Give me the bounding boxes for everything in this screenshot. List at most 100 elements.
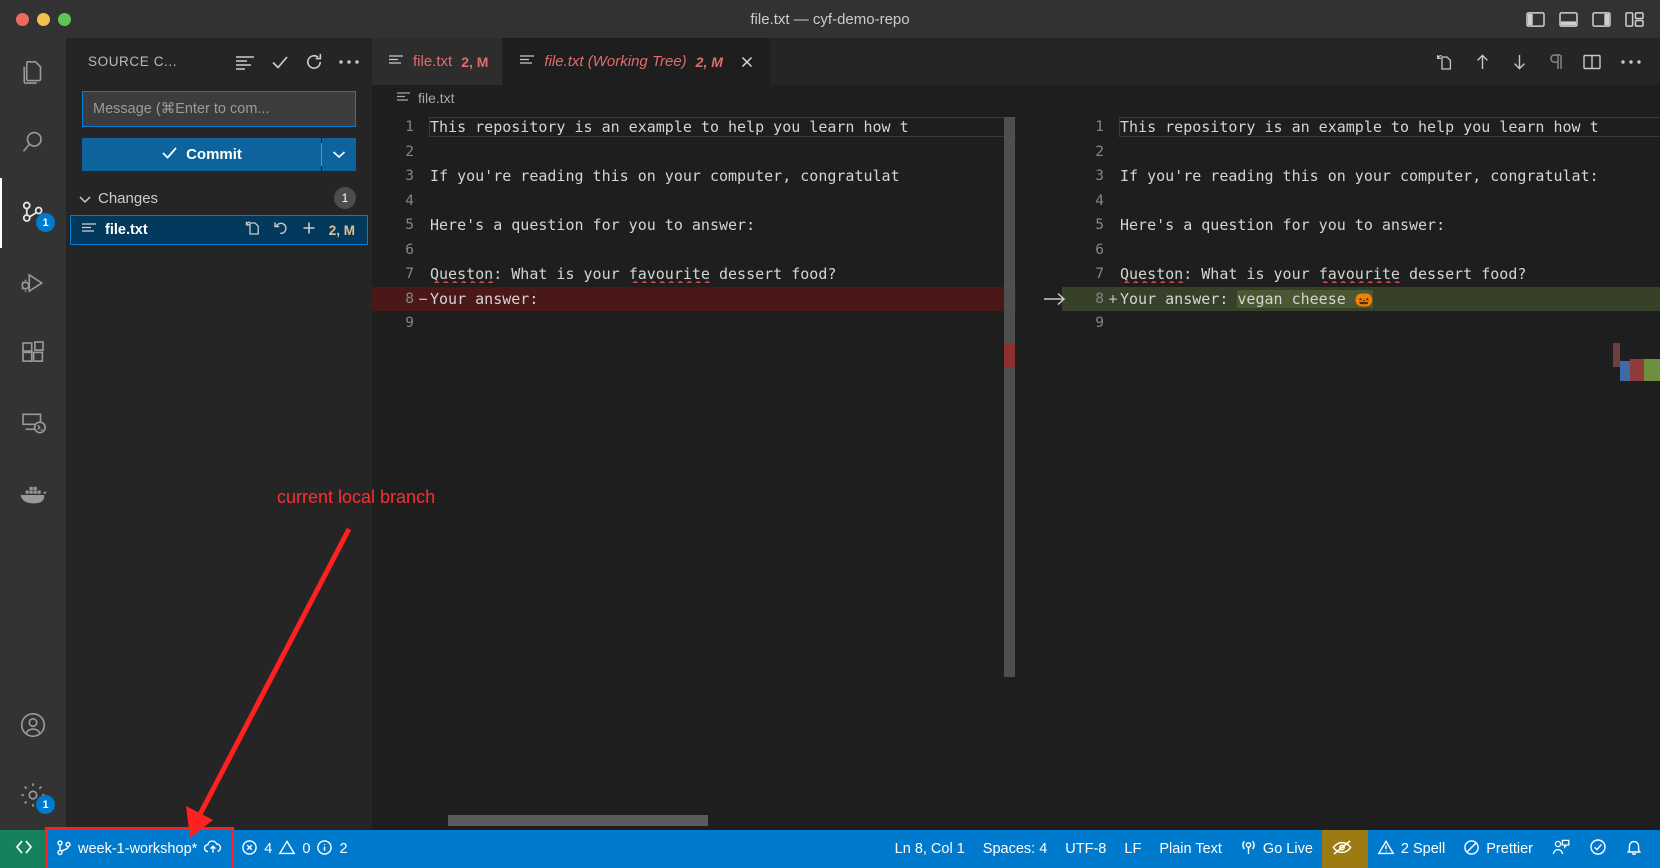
status-cursor-position[interactable]: Ln 8, Col 1 <box>886 830 974 868</box>
status-branch-item[interactable]: week-1-workshop* <box>47 830 232 868</box>
line-number: 9 <box>1062 315 1106 331</box>
changed-file-row[interactable]: file.txt 2, M <box>70 215 368 245</box>
activity-item-explorer[interactable] <box>0 38 66 108</box>
toggle-panel-icon[interactable] <box>1559 11 1578 28</box>
diff-sign: + <box>1106 290 1120 308</box>
layout-controls <box>1526 11 1660 28</box>
original-scrollbar[interactable] <box>1002 111 1016 830</box>
code-line[interactable]: 4 <box>1062 189 1660 214</box>
status-remote-button[interactable] <box>0 830 47 868</box>
more-actions-icon[interactable] <box>338 58 360 66</box>
code-line[interactable]: 7Queston: What is your favourite dessert… <box>372 262 1016 287</box>
diff-sign: − <box>416 290 430 308</box>
status-go-live[interactable]: Go Live <box>1231 830 1322 868</box>
code-line[interactable]: 5Here's a question for you to answer: <box>1062 213 1660 238</box>
activity-item-source-control[interactable]: 1 <box>0 178 66 248</box>
code-text: Your answer: vegan cheese 🎃 <box>1120 290 1660 308</box>
code-line[interactable]: 4 <box>372 189 1016 214</box>
close-icon[interactable] <box>738 53 756 71</box>
manage-badge: 1 <box>36 795 55 814</box>
code-line[interactable]: 8−Your answer: <box>372 287 1016 312</box>
commit-dropdown-button[interactable] <box>322 138 356 171</box>
changes-section-header[interactable]: Changes 1 <box>66 181 372 215</box>
status-live-share-toggle[interactable] <box>1322 830 1368 868</box>
code-line[interactable]: 3If you're reading this on your computer… <box>372 164 1016 189</box>
line-number: 2 <box>1062 144 1106 160</box>
status-indentation-label: Spaces: 4 <box>983 841 1048 857</box>
diff-pane-modified[interactable]: 1This repository is an example to help y… <box>1016 111 1660 830</box>
changed-file-name: file.txt <box>105 222 148 238</box>
open-file-icon[interactable] <box>244 220 261 241</box>
commit-message-input[interactable] <box>82 91 356 127</box>
code-line[interactable]: 1This repository is an example to help y… <box>1062 115 1660 140</box>
activity-item-search[interactable] <box>0 108 66 178</box>
overview-mark-added <box>1644 359 1660 381</box>
cloud-upload-icon <box>203 839 223 859</box>
check-icon <box>161 145 178 164</box>
status-bar: week-1-workshop* 4 0 2 Ln 8, Col 1 <box>0 830 1660 868</box>
more-actions-icon[interactable] <box>1620 58 1642 66</box>
breadcrumb[interactable]: file.txt <box>372 85 1660 111</box>
commit-button[interactable]: Commit <box>82 138 321 171</box>
activity-item-manage[interactable]: 1 <box>0 760 66 830</box>
code-line[interactable]: 7Queston: What is your favourite dessert… <box>1062 262 1660 287</box>
diff-pane-original[interactable]: 1This repository is an example to help y… <box>372 111 1016 830</box>
open-changes-icon[interactable] <box>1434 52 1455 72</box>
code-line[interactable]: 5Here's a question for you to answer: <box>372 213 1016 238</box>
tab-file-txt-working-tree[interactable]: file.txt (Working Tree) 2, M <box>503 38 770 85</box>
view-as-tree-icon[interactable] <box>234 53 256 71</box>
zoom-window-button[interactable] <box>58 13 71 26</box>
editor-group: file.txt 2, M file.txt (Working Tree) 2,… <box>372 38 1660 830</box>
render-whitespace-icon[interactable] <box>1547 52 1564 72</box>
status-branch-label: week-1-workshop* <box>78 841 197 857</box>
code-line[interactable]: 9 <box>1062 311 1660 336</box>
status-indentation[interactable]: Spaces: 4 <box>974 830 1057 868</box>
status-eol[interactable]: LF <box>1115 830 1150 868</box>
code-line[interactable]: 8+Your answer: vegan cheese 🎃 <box>1062 287 1660 312</box>
status-notifications[interactable] <box>1616 830 1652 868</box>
code-line[interactable]: 3If you're reading this on your computer… <box>1062 164 1660 189</box>
status-checks[interactable] <box>1580 830 1616 868</box>
code-line[interactable]: 2 <box>1062 140 1660 165</box>
status-problems-item[interactable]: 4 0 2 <box>232 830 356 868</box>
status-language-mode[interactable]: Plain Text <box>1150 830 1231 868</box>
line-number: 7 <box>372 266 416 282</box>
activity-item-accounts[interactable] <box>0 690 66 760</box>
tab-status: 2, M <box>696 54 723 70</box>
code-line[interactable]: 6 <box>1062 238 1660 263</box>
window-title: file.txt — cyf-demo-repo <box>0 11 1660 28</box>
toggle-secondary-sidebar-icon[interactable] <box>1592 11 1611 28</box>
status-spell-checker[interactable]: 2 Spell <box>1368 830 1454 868</box>
commit-check-icon[interactable] <box>270 53 290 71</box>
toggle-primary-sidebar-icon[interactable] <box>1526 11 1545 28</box>
status-feedback[interactable] <box>1542 830 1580 868</box>
activity-item-extensions[interactable] <box>0 318 66 388</box>
previous-change-icon[interactable] <box>1473 52 1492 72</box>
files-icon <box>18 58 48 88</box>
diff-editor: 1This repository is an example to help y… <box>372 111 1660 830</box>
minimize-window-button[interactable] <box>37 13 50 26</box>
horizontal-scrollbar[interactable] <box>448 815 708 826</box>
activity-item-docker[interactable] <box>0 458 66 528</box>
status-prettier[interactable]: Prettier <box>1454 830 1542 868</box>
customize-layout-icon[interactable] <box>1625 11 1644 28</box>
activity-item-remote-explorer[interactable] <box>0 388 66 458</box>
tab-file-txt[interactable]: file.txt 2, M <box>372 38 503 85</box>
code-line[interactable]: 9 <box>372 311 1016 336</box>
code-line[interactable]: 6 <box>372 238 1016 263</box>
info-icon <box>316 839 333 860</box>
refresh-icon[interactable] <box>304 52 324 72</box>
close-window-button[interactable] <box>16 13 29 26</box>
stage-changes-icon[interactable] <box>301 220 317 241</box>
status-encoding[interactable]: UTF-8 <box>1056 830 1115 868</box>
split-editor-icon[interactable] <box>1582 53 1602 71</box>
scrollbar-thumb[interactable] <box>1004 117 1015 677</box>
git-branch-icon <box>56 839 72 860</box>
next-change-icon[interactable] <box>1510 52 1529 72</box>
code-line[interactable]: 1This repository is an example to help y… <box>372 115 1016 140</box>
code-line[interactable]: 2 <box>372 140 1016 165</box>
debug-icon <box>18 268 48 298</box>
activity-item-run-and-debug[interactable] <box>0 248 66 318</box>
discard-changes-icon[interactable] <box>273 220 289 241</box>
annotation-label: current local branch <box>277 487 435 508</box>
